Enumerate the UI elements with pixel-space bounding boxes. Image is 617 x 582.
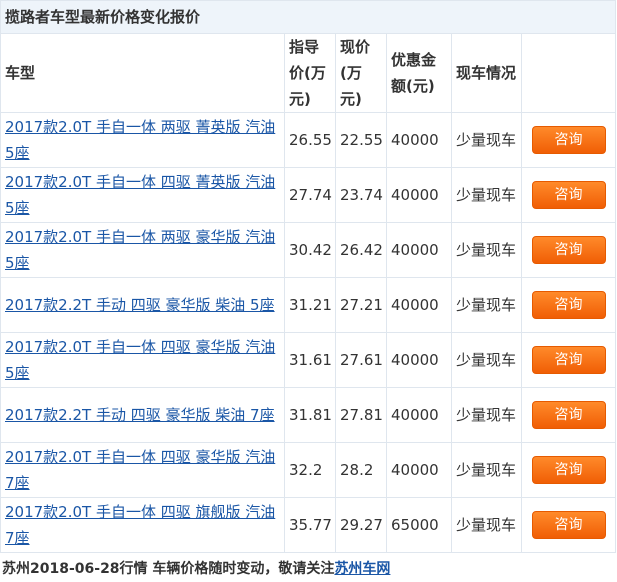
action-cell: 咨询 [520,497,617,553]
table-body: 2017款2.0T 手自一体 两驱 菁英版 汽油 5座 26.55 22.55 400… [0,112,617,553]
model-cell: 2017款2.0T 手自一体 四驱 豪华版 汽油 7座 [0,442,285,498]
inquiry-button[interactable]: 咨询 [531,346,606,374]
action-cell: 咨询 [520,277,617,333]
price-table: 揽路者车型最新价格变化报价 车型 指导价(万元) 现价(万元) 优惠金额(元) … [0,0,617,553]
table-row: 2017款2.0T 手自一体 四驱 豪华版 汽油 5座 31.61 27.61 400… [0,332,617,388]
current-price-cell: 27.81 [335,387,387,443]
action-cell: 咨询 [520,442,617,498]
model-cell: 2017款2.0T 手自一体 两驱 豪华版 汽油 5座 [0,222,285,278]
guide-price-cell: 31.21 [284,277,336,333]
header-guide-price: 指导价(万元) [284,33,336,113]
action-cell: 咨询 [520,387,617,443]
stock-cell: 少量现车 [451,332,522,388]
guide-price-cell: 27.74 [284,167,336,223]
inquiry-button[interactable]: 咨询 [531,181,606,209]
header-stock: 现车情况 [451,33,522,113]
discount-cell: 40000 [386,167,452,223]
model-cell: 2017款2.0T 手自一体 四驱 旗舰版 汽油 7座 [0,497,285,553]
stock-cell: 少量现车 [451,222,522,278]
current-price-cell: 27.61 [335,332,387,388]
model-cell: 2017款2.0T 手自一体 两驱 菁英版 汽油 5座 [0,112,285,168]
model-link[interactable]: 2017款2.2T 手动 四驱 豪华版 柴油 7座 [5,406,275,424]
action-cell: 咨询 [520,112,617,168]
inquiry-button[interactable]: 咨询 [531,236,606,264]
discount-cell: 40000 [386,112,452,168]
stock-cell: 少量现车 [451,167,522,223]
guide-price-cell: 26.55 [284,112,336,168]
model-link[interactable]: 2017款2.0T 手自一体 两驱 菁英版 汽油 5座 [5,118,275,162]
discount-cell: 40000 [386,442,452,498]
footer-note: 苏州2018-06-28行情 车辆价格随时变动，敬请关注苏州车网 [2,558,390,578]
current-price-cell: 23.74 [335,167,387,223]
discount-cell: 40000 [386,387,452,443]
inquiry-button[interactable]: 咨询 [531,511,606,539]
table-title-row: 揽路者车型最新价格变化报价 [0,0,617,34]
current-price-cell: 28.2 [335,442,387,498]
model-link[interactable]: 2017款2.2T 手动 四驱 豪华版 柴油 5座 [5,296,275,314]
action-cell: 咨询 [520,222,617,278]
model-link[interactable]: 2017款2.0T 手自一体 四驱 菁英版 汽油 5座 [5,173,275,217]
guide-price-cell: 35.77 [284,497,336,553]
table-row: 2017款2.0T 手自一体 四驱 豪华版 汽油 7座 32.2 28.2 40000… [0,442,617,498]
header-action [520,33,617,113]
table-row: 2017款2.0T 手自一体 两驱 豪华版 汽油 5座 30.42 26.42 400… [0,222,617,278]
inquiry-button[interactable]: 咨询 [531,401,606,429]
footer-link-suzhou-chewang[interactable]: 苏州车网 [334,561,390,577]
stock-cell: 少量现车 [451,112,522,168]
model-link[interactable]: 2017款2.0T 手自一体 四驱 豪华版 汽油 7座 [5,448,275,492]
current-price-cell: 22.55 [335,112,387,168]
guide-price-cell: 31.61 [284,332,336,388]
discount-cell: 65000 [386,497,452,553]
model-link[interactable]: 2017款2.0T 手自一体 四驱 旗舰版 汽油 7座 [5,503,275,547]
table-row: 2017款2.2T 手动 四驱 豪华版 柴油 7座 31.81 27.81 40000… [0,387,617,443]
header-model: 车型 [0,33,285,113]
price-page: 揽路者车型最新价格变化报价 车型 指导价(万元) 现价(万元) 优惠金额(元) … [0,0,617,582]
model-link[interactable]: 2017款2.0T 手自一体 两驱 豪华版 汽油 5座 [5,228,275,272]
discount-cell: 40000 [386,332,452,388]
table-row: 2017款2.0T 手自一体 四驱 菁英版 汽油 5座 27.74 23.74 400… [0,167,617,223]
stock-cell: 少量现车 [451,387,522,443]
header-current-price: 现价(万元) [335,33,387,113]
model-cell: 2017款2.0T 手自一体 四驱 菁英版 汽油 5座 [0,167,285,223]
model-link[interactable]: 2017款2.0T 手自一体 四驱 豪华版 汽油 5座 [5,338,275,382]
action-cell: 咨询 [520,332,617,388]
inquiry-button[interactable]: 咨询 [531,456,606,484]
discount-cell: 40000 [386,277,452,333]
model-cell: 2017款2.2T 手动 四驱 豪华版 柴油 5座 [0,277,285,333]
stock-cell: 少量现车 [451,442,522,498]
model-cell: 2017款2.0T 手自一体 四驱 豪华版 汽油 5座 [0,332,285,388]
current-price-cell: 29.27 [335,497,387,553]
model-cell: 2017款2.2T 手动 四驱 豪华版 柴油 7座 [0,387,285,443]
current-price-cell: 26.42 [335,222,387,278]
table-row: 2017款2.2T 手动 四驱 豪华版 柴油 5座 31.21 27.21 40000… [0,277,617,333]
header-discount: 优惠金额(元) [386,33,452,113]
stock-cell: 少量现车 [451,277,522,333]
stock-cell: 少量现车 [451,497,522,553]
table-row: 2017款2.0T 手自一体 四驱 旗舰版 汽油 7座 35.77 29.27 650… [0,497,617,553]
guide-price-cell: 32.2 [284,442,336,498]
table-row: 2017款2.0T 手自一体 两驱 菁英版 汽油 5座 26.55 22.55 400… [0,112,617,168]
guide-price-cell: 30.42 [284,222,336,278]
footer-text: 苏州2018-06-28行情 车辆价格随时变动，敬请关注 [2,561,335,577]
discount-cell: 40000 [386,222,452,278]
current-price-cell: 27.21 [335,277,387,333]
action-cell: 咨询 [520,167,617,223]
inquiry-button[interactable]: 咨询 [531,126,606,154]
table-header-row: 车型 指导价(万元) 现价(万元) 优惠金额(元) 现车情况 [0,33,617,113]
guide-price-cell: 31.81 [284,387,336,443]
inquiry-button[interactable]: 咨询 [531,291,606,319]
table-title: 揽路者车型最新价格变化报价 [0,0,617,34]
